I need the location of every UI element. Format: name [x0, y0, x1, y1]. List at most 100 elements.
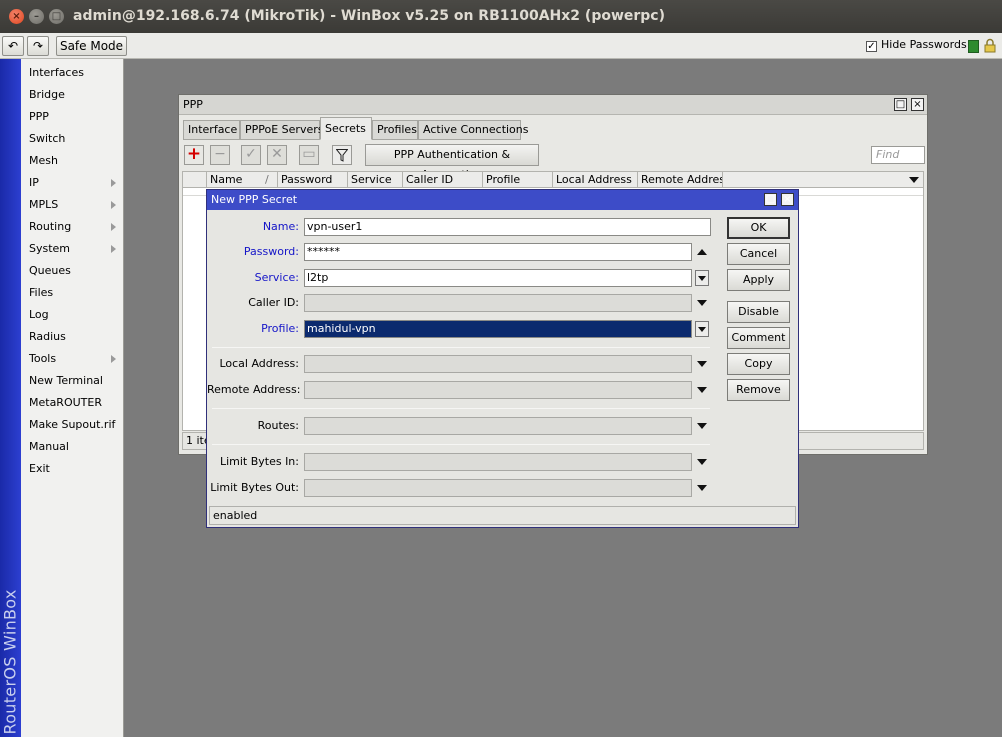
submenu-arrow-icon — [111, 245, 116, 253]
sidebar-item-files[interactable]: Files — [21, 282, 123, 304]
tab-secrets[interactable]: Secrets — [320, 117, 372, 140]
submenu-arrow-icon — [111, 355, 116, 363]
redo-button[interactable]: ↷ — [27, 36, 49, 56]
sidebar-item-bridge[interactable]: Bridge — [21, 84, 123, 106]
tab-active-connections[interactable]: Active Connections — [418, 120, 529, 140]
ppp-maximize-button[interactable]: □ — [894, 98, 907, 111]
ppp-list-toolbar: + − ✓ ✕ ▭ PPP Authentication & Accountin… — [182, 143, 925, 181]
close-icon: × — [783, 194, 792, 205]
sort-icon: / — [265, 173, 269, 186]
find-input[interactable]: Find — [871, 146, 925, 164]
sidebar-item-label: Bridge — [29, 88, 65, 101]
minimize-window-button[interactable]: – — [29, 9, 44, 24]
remote-address-field[interactable] — [304, 381, 692, 399]
dialog-title: New PPP Secret — [211, 193, 298, 206]
filter-button[interactable] — [332, 145, 352, 165]
ok-button[interactable]: OK — [727, 217, 790, 239]
routes-field[interactable] — [304, 417, 692, 435]
caller-id-field[interactable] — [304, 294, 692, 312]
maximize-window-button[interactable]: □ — [49, 9, 64, 24]
remove-button[interactable]: − — [210, 145, 230, 165]
expand-arrow-icon[interactable] — [697, 387, 707, 393]
ppp-auth-accounting-button[interactable]: PPP Authentication & Accounting — [365, 144, 539, 181]
dialog-titlebar: New PPP Secret □ × — [207, 190, 798, 210]
sidebar-item-mpls[interactable]: MPLS — [21, 194, 123, 216]
sidebar-item-make-supout[interactable]: Make Supout.rif — [21, 414, 123, 436]
divider — [212, 444, 710, 445]
sidebar-item-metarouter[interactable]: MetaROUTER — [21, 392, 123, 414]
cancel-button[interactable]: Cancel — [727, 243, 790, 265]
apply-button[interactable]: Apply — [727, 269, 790, 291]
column-header-name[interactable]: Name / — [207, 172, 278, 188]
sidebar-item-manual[interactable]: Manual — [21, 436, 123, 458]
column-header-local-address[interactable]: Local Address — [553, 172, 638, 188]
comment-button[interactable]: Comment — [727, 327, 790, 349]
sidebar-item-new-terminal[interactable]: New Terminal — [21, 370, 123, 392]
sidebar-item-ppp[interactable]: PPP — [21, 106, 123, 128]
column-chooser-icon[interactable] — [909, 177, 919, 183]
tab-interface[interactable]: Interface — [183, 120, 240, 140]
name-label: Name: — [262, 220, 299, 233]
hide-passwords-checkbox[interactable]: ✓ — [866, 41, 877, 52]
sidebar-item-radius[interactable]: Radius — [21, 326, 123, 348]
sidebar-item-system[interactable]: System — [21, 238, 123, 260]
ppp-close-button[interactable]: × — [911, 98, 924, 111]
sidebar-item-tools[interactable]: Tools — [21, 348, 123, 370]
undo-button[interactable]: ↶ — [2, 36, 24, 56]
copy-button[interactable]: Copy — [727, 353, 790, 375]
sidebar-item-label: Mesh — [29, 154, 58, 167]
column-header-service[interactable]: Service — [348, 172, 403, 188]
enable-button[interactable]: ✓ — [241, 145, 261, 165]
sidebar-item-mesh[interactable]: Mesh — [21, 150, 123, 172]
brand-logo-text: RouterOS WinBox — [0, 589, 20, 735]
expand-arrow-icon[interactable] — [697, 361, 707, 367]
sidebar-item-ip[interactable]: IP — [21, 172, 123, 194]
expand-arrow-icon[interactable] — [697, 423, 707, 429]
safe-mode-button[interactable]: Safe Mode — [56, 36, 127, 56]
expand-arrow-icon[interactable] — [697, 485, 707, 491]
window-title: admin@192.168.6.74 (MikroTik) - WinBox v… — [73, 8, 666, 24]
sidebar-item-label: Exit — [29, 462, 50, 475]
remove-button[interactable]: Remove — [727, 379, 790, 401]
sidebar-item-exit[interactable]: Exit — [21, 458, 123, 480]
local-address-field[interactable] — [304, 355, 692, 373]
sidebar-item-label: IP — [29, 176, 39, 189]
column-header-password[interactable]: Password — [278, 172, 348, 188]
tab-pppoe-servers[interactable]: PPPoE Servers — [240, 120, 324, 140]
dialog-close-button[interactable]: × — [781, 193, 794, 206]
close-window-button[interactable]: × — [9, 9, 24, 24]
disable-button[interactable]: Disable — [727, 301, 790, 323]
expand-arrow-icon[interactable] — [697, 300, 707, 306]
service-dropdown-button[interactable] — [695, 270, 709, 286]
main-toolbar: ↶ ↷ Safe Mode ✓ Hide Passwords — [0, 33, 1002, 59]
sidebar-item-routing[interactable]: Routing — [21, 216, 123, 238]
limit-bytes-in-field[interactable] — [304, 453, 692, 471]
password-field[interactable]: ****** — [304, 243, 692, 261]
sidebar-item-interfaces[interactable]: Interfaces — [21, 62, 123, 84]
submenu-arrow-icon — [111, 223, 116, 231]
service-field[interactable]: l2tp — [304, 269, 692, 287]
expand-arrow-icon[interactable] — [697, 459, 707, 465]
profile-field[interactable]: mahidul-vpn — [304, 320, 692, 338]
hide-passwords-toggle[interactable]: ✓ Hide Passwords — [866, 38, 967, 52]
sidebar-item-switch[interactable]: Switch — [21, 128, 123, 150]
table-header: Name / Password Service Caller ID Profile… — [183, 172, 923, 188]
limit-bytes-in-label: Limit Bytes In: — [219, 455, 299, 468]
tab-profiles[interactable]: Profiles — [372, 120, 418, 140]
remote-address-label: Remote Address: — [207, 383, 301, 396]
column-header-flags[interactable] — [183, 172, 207, 188]
add-button[interactable]: + — [184, 145, 204, 165]
collapse-arrow-icon[interactable] — [697, 249, 707, 255]
name-field[interactable]: vpn-user1 — [304, 218, 711, 236]
limit-bytes-out-field[interactable] — [304, 479, 692, 497]
column-header-remote-address[interactable]: Remote Address — [638, 172, 723, 188]
dialog-maximize-button[interactable]: □ — [764, 193, 777, 206]
column-header-caller-id[interactable]: Caller ID — [403, 172, 483, 188]
submenu-arrow-icon — [111, 201, 116, 209]
sidebar-item-log[interactable]: Log — [21, 304, 123, 326]
comment-button[interactable]: ▭ — [299, 145, 319, 165]
disable-button[interactable]: ✕ — [267, 145, 287, 165]
column-header-profile[interactable]: Profile — [483, 172, 553, 188]
profile-dropdown-button[interactable] — [695, 321, 709, 337]
sidebar-item-queues[interactable]: Queues — [21, 260, 123, 282]
